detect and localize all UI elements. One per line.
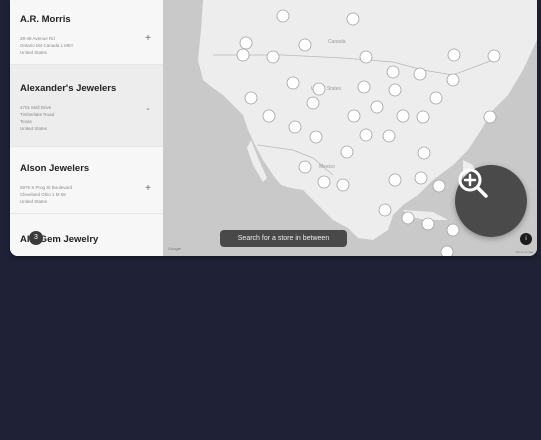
store-pin[interactable]: [262, 109, 276, 123]
store-pin[interactable]: [446, 73, 460, 87]
store-address-line: 4701 Mall Drive: [20, 105, 52, 110]
store-pin[interactable]: [312, 82, 326, 96]
store-count-badge: 3: [29, 231, 43, 245]
store-pin[interactable]: [236, 48, 250, 62]
store-pin[interactable]: [396, 109, 410, 123]
store-map[interactable]: Canada United States Mexico Search for a…: [163, 0, 537, 256]
store-pin[interactable]: [414, 171, 428, 185]
store-pin[interactable]: [447, 48, 461, 62]
zoom-in-icon: [458, 168, 488, 198]
store-item[interactable]: A.R. Morris 28-48 Avenue Rd Ontario M4 C…: [10, 0, 163, 65]
store-pin[interactable]: [357, 80, 371, 94]
store-name: Alexander's Jewelers: [20, 83, 117, 94]
google-logo: Google: [168, 246, 181, 251]
store-pin[interactable]: [306, 96, 320, 110]
expand-icon[interactable]: +: [143, 184, 153, 194]
store-pin[interactable]: [276, 9, 290, 23]
store-pin[interactable]: [359, 50, 373, 64]
zoom-in-button[interactable]: [455, 165, 527, 237]
store-pin[interactable]: [401, 211, 415, 225]
store-pin[interactable]: [417, 146, 431, 160]
store-pin[interactable]: [336, 178, 350, 192]
store-pin[interactable]: [317, 175, 331, 189]
store-pin[interactable]: [432, 179, 446, 193]
terms-link[interactable]: Terms of Use: [515, 250, 533, 254]
store-pin[interactable]: [239, 36, 253, 50]
store-address-line: 28-48 Avenue Rd: [20, 36, 55, 41]
store-pin[interactable]: [382, 129, 396, 143]
store-pin[interactable]: [346, 12, 360, 26]
store-pin[interactable]: [244, 91, 258, 105]
store-pin[interactable]: [340, 145, 354, 159]
store-pin[interactable]: [359, 128, 373, 142]
store-pin[interactable]: [487, 49, 501, 63]
store-address-line: United States: [20, 126, 48, 131]
store-name: Alson Jewelers: [20, 163, 90, 174]
collapse-icon[interactable]: -: [143, 105, 153, 115]
store-address-line: Timberlake Road: [20, 112, 55, 117]
map-label-canada: Canada: [328, 39, 346, 45]
store-pin[interactable]: [298, 38, 312, 52]
store-pin[interactable]: [288, 120, 302, 134]
store-item[interactable]: Alson Jewelers 5975 S Prog St Boulevard …: [10, 147, 163, 214]
store-pin[interactable]: [413, 67, 427, 81]
store-item[interactable]: Alexander's Jewelers 4701 Mall Drive Tim…: [10, 65, 163, 147]
store-pin[interactable]: [421, 217, 435, 231]
store-list[interactable]: A.R. Morris 28-48 Avenue Rd Ontario M4 C…: [10, 0, 164, 256]
info-button[interactable]: i: [520, 233, 532, 245]
store-locator-card: A.R. Morris 28-48 Avenue Rd Ontario M4 C…: [10, 0, 537, 256]
store-pin[interactable]: [347, 109, 361, 123]
store-address-line: Texas: [20, 119, 32, 124]
store-address-line: Cleveland Ohio 1 M 68: [20, 192, 66, 197]
store-pin[interactable]: [378, 203, 392, 217]
store-pin[interactable]: [416, 110, 430, 124]
store-address-line: United States: [20, 50, 48, 55]
store-pin[interactable]: [370, 100, 384, 114]
store-pin[interactable]: [388, 83, 402, 97]
store-pin[interactable]: [440, 245, 454, 256]
store-pin[interactable]: [286, 76, 300, 90]
store-pin[interactable]: [483, 110, 497, 124]
store-name: A.R. Morris: [20, 14, 71, 25]
store-pin[interactable]: [446, 223, 460, 237]
store-pin[interactable]: [386, 65, 400, 79]
store-pin[interactable]: [429, 91, 443, 105]
store-address-line: 5975 S Prog St Boulevard: [20, 185, 73, 190]
expand-icon[interactable]: +: [143, 34, 153, 44]
map-label-mexico: Mexico: [319, 164, 335, 170]
store-pin[interactable]: [388, 173, 402, 187]
store-address-line: United States: [20, 199, 48, 204]
store-pin[interactable]: [266, 50, 280, 64]
store-pin[interactable]: [309, 130, 323, 144]
search-area-button[interactable]: Search for a store in between: [220, 230, 347, 247]
store-address-line: Ontario M4 Canada 1 M5Y: [20, 43, 74, 48]
store-pin[interactable]: [298, 160, 312, 174]
